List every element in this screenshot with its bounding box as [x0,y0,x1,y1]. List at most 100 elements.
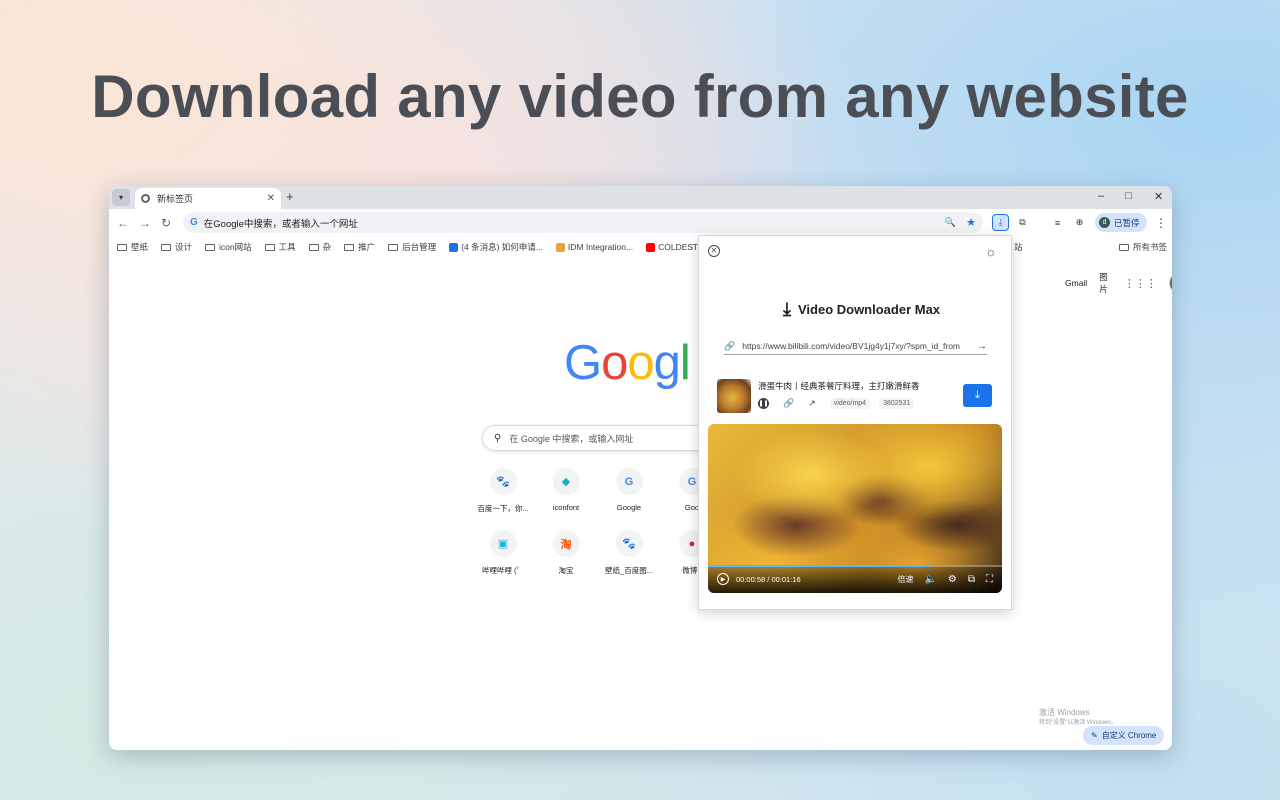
downloads-icon: ⊕ [1075,217,1084,227]
shortcut-tile[interactable]: 淘淘宝 [534,530,598,576]
shortcut-icon: ◆ [552,468,580,495]
bookmark-item[interactable]: 工具 [264,241,296,253]
settings-gear-icon[interactable]: ⚙ [948,574,957,585]
gmail-link[interactable]: Gmail [1065,278,1087,288]
playback-time: 00:00:58 / 00:01:16 [736,574,801,584]
bookmark-item[interactable]: 壁纸 [117,241,148,253]
shortcut-label: 壁纸_百度图... [605,566,653,575]
progress-track[interactable] [708,565,1002,567]
all-bookmarks-folder[interactable]: 所有书签 [1119,237,1167,257]
bookmark-item[interactable]: icon网站 [205,241,252,253]
google-g-icon: G [190,217,198,228]
bookmark-label: 壁纸 [131,242,149,252]
reload-button[interactable]: ↻ [161,216,171,230]
bookmark-label: 推广 [358,242,376,252]
url-input[interactable]: 🔗 https://www.bilibili.com/video/BV1jg4y… [724,338,987,355]
apps-grid-icon[interactable]: ⋮⋮⋮ [1124,277,1157,290]
folder-icon [308,243,319,251]
video-thumbnail [717,379,751,413]
bookmark-favicon-icon [555,242,565,252]
bookmark-star-icon[interactable]: ★ [966,216,976,229]
profile-avatar: d [1099,217,1110,228]
bookmark-favicon-icon [449,242,459,252]
bookmark-item[interactable]: 推广 [344,241,375,253]
shortcut-label: 百度一下，你... [477,504,529,513]
extensions-puzzle-button[interactable]: ⧉ [1014,214,1031,231]
theme-toggle-sun-icon[interactable]: ☼ [985,244,997,259]
format-badge: video/mp4 [829,398,871,409]
folder-icon [1119,243,1129,251]
close-window-button[interactable]: ✕ [1154,190,1163,203]
copy-link-icon[interactable]: 🔗 [783,398,794,409]
shortcut-icon: 🐾 [489,468,517,495]
reading-list-button[interactable]: ≡ [1049,214,1066,231]
tab-search-button[interactable]: ▾ [112,189,130,206]
bookmark-partial[interactable]: 站 [1014,237,1023,257]
shortcut-icon: 淘 [552,530,580,557]
bookmark-label: 设计 [175,242,193,252]
search-placeholder: 在 Google 中搜索，或输入网址 [509,433,634,444]
shortcut-icon: 🐾 [615,530,643,557]
picture-in-picture-icon[interactable]: ⧉ [968,574,975,585]
profile-paused-chip[interactable]: d 已暂停 [1095,213,1147,232]
windows-activation-watermark: 激活 Windows 转到"设置"以激活 Windows。 [1039,708,1117,728]
bookmark-label: IDM Integration... [567,242,634,252]
play-icon[interactable]: ▶ [717,573,729,585]
shortcut-tile[interactable]: 🐾 百度一下，你... [471,468,535,514]
player-controls: ▶ 00:00:58 / 00:01:16 倍速 🔈 ⚙ ⧉ ⛶ [717,573,993,585]
bookmark-item[interactable]: 后台管理 [388,241,436,253]
downloads-button[interactable]: ⊕ [1071,214,1088,231]
bookmark-item[interactable]: 杂 [308,241,331,253]
shortcut-icon: ▣ [489,530,517,557]
video-downloader-popup: ✕ ☼ ⤓ Video Downloader Max 🔗 https://www… [698,235,1012,610]
download-button[interactable]: ⤓ [963,384,992,407]
bookmark-item[interactable]: IDM Integration... [555,242,634,252]
chevron-down-icon: ▾ [118,193,123,202]
minimize-button[interactable]: – [1098,190,1104,202]
menu-kebab-icon[interactable]: ⋮ [1155,216,1167,230]
close-circle-icon[interactable]: ✕ [708,245,720,257]
tab-strip: ▾ 新标签页 ✕ + – □ ✕ [109,186,1172,209]
chrome-icon [141,194,150,203]
top-links: Gmail 图片 ⋮⋮⋮ [1065,271,1172,295]
shortcut-tile[interactable]: ▣ 哔哩哔哩 (゜ [471,530,535,576]
paused-label: 已暂停 [1114,217,1140,228]
zoom-icon[interactable]: 🔍 [945,217,956,228]
video-player[interactable]: ▶ 00:00:58 / 00:01:16 倍速 🔈 ⚙ ⧉ ⛶ [708,424,1002,593]
maximize-button[interactable]: □ [1125,190,1132,202]
new-tab-page: Gmail 图片 ⋮⋮⋮ Googl ⚲ 在 Google 中搜索，或输入网址 … [109,257,1172,750]
bookmark-item[interactable]: (4 条消息) 如何申请... [449,241,543,253]
tab-new-tab[interactable]: 新标签页 ✕ [135,188,281,209]
customize-chrome-button[interactable]: ✎ 自定义 Chrome [1083,726,1165,745]
back-button[interactable]: ← [117,216,129,230]
forward-button[interactable]: → [139,216,151,230]
volume-icon[interactable]: 🔈 [924,574,936,585]
shortcut-tile[interactable]: G Google [597,468,661,512]
address-bar[interactable]: G 在Google中搜索，或者输入一个网址 🔍 ★ [183,212,983,233]
google-logo: Googl [564,336,691,390]
account-avatar[interactable] [1168,274,1172,292]
bookmark-item[interactable]: 设计 [161,241,192,253]
new-tab-button[interactable]: + [286,189,294,204]
video-item-controls: ❚❚ 🔗 ↗ video/mp4 3802531 [758,398,923,409]
images-link[interactable]: 图片 [1099,271,1112,295]
shortcut-label: iconfont [552,503,580,512]
folder-icon [117,243,127,251]
pause-icon[interactable]: ❚❚ [758,398,769,409]
bookmark-label: (4 条消息) 如何申请... [461,242,543,252]
shortcut-tile[interactable]: 🐾 壁纸_百度图... [597,530,661,576]
fullscreen-icon[interactable]: ⛶ [986,574,993,585]
folder-icon [264,243,275,251]
open-external-icon[interactable]: ↗ [808,398,816,409]
folder-icon [344,243,355,251]
tab-close-icon[interactable]: ✕ [267,193,275,204]
go-arrow-icon[interactable]: → [977,341,987,352]
speed-button[interactable]: 倍速 [897,574,913,585]
shortcut-label: 哔哩哔哩 (゜ [481,566,525,575]
shortcut-tile[interactable]: ◆ iconfont [534,468,598,512]
bookmarks-bar: 壁纸 设计 icon网站 工具 杂 推广 后台管理 (4 条消息) 如何申请... IDM In… [109,237,1172,257]
browser-window: ▾ 新标签页 ✕ + – □ ✕ ← → ↻ G 在Google中搜索，或者输入… [109,186,1172,750]
search-icon: ⚲ [494,432,502,444]
video-list-item: 滑蛋牛肉丨经典茶餐厅料理，主打嫩滑鲜香 ❚❚ 🔗 ↗ video/mp4 380… [717,379,997,415]
video-downloader-extension-button[interactable]: ⤓ [992,214,1009,231]
